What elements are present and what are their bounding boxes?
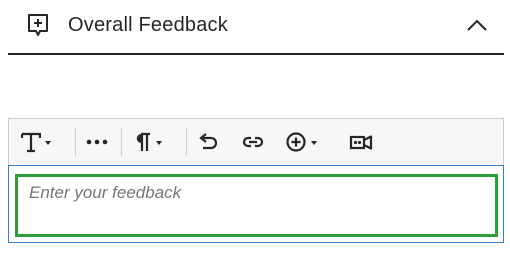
overall-feedback-header[interactable]: Overall Feedback — [8, 0, 504, 55]
insert-link-button[interactable] — [241, 128, 265, 156]
section-title: Overall Feedback — [68, 14, 228, 36]
ellipsis-icon — [86, 139, 108, 145]
feedback-text-area[interactable]: Enter your feedback — [8, 165, 504, 243]
link-icon — [242, 136, 264, 148]
chevron-down-icon — [45, 141, 51, 145]
text-format-icon — [21, 132, 41, 153]
insert-content-button[interactable] — [285, 128, 317, 156]
undo-icon — [199, 133, 218, 150]
editor-toolbar — [8, 118, 504, 165]
toolbar-divider — [186, 128, 187, 156]
feedback-input[interactable]: Enter your feedback — [15, 174, 498, 237]
chevron-down-icon — [311, 141, 317, 145]
undo-button[interactable] — [197, 128, 219, 156]
chevron-up-icon[interactable] — [464, 13, 490, 37]
paragraph-button[interactable] — [132, 128, 162, 156]
chevron-down-icon — [156, 141, 162, 145]
pilcrow-icon — [136, 132, 150, 151]
text-format-button[interactable] — [21, 128, 51, 156]
toolbar-divider — [75, 128, 76, 156]
feedback-editor: Enter your feedback — [8, 118, 504, 243]
feedback-placeholder: Enter your feedback — [29, 183, 182, 202]
plus-circle-icon — [286, 132, 306, 152]
record-video-button[interactable] — [349, 128, 373, 156]
more-options-button[interactable] — [86, 128, 108, 156]
video-camera-icon — [349, 135, 373, 150]
add-comment-icon — [28, 14, 48, 36]
toolbar-divider — [121, 128, 122, 156]
